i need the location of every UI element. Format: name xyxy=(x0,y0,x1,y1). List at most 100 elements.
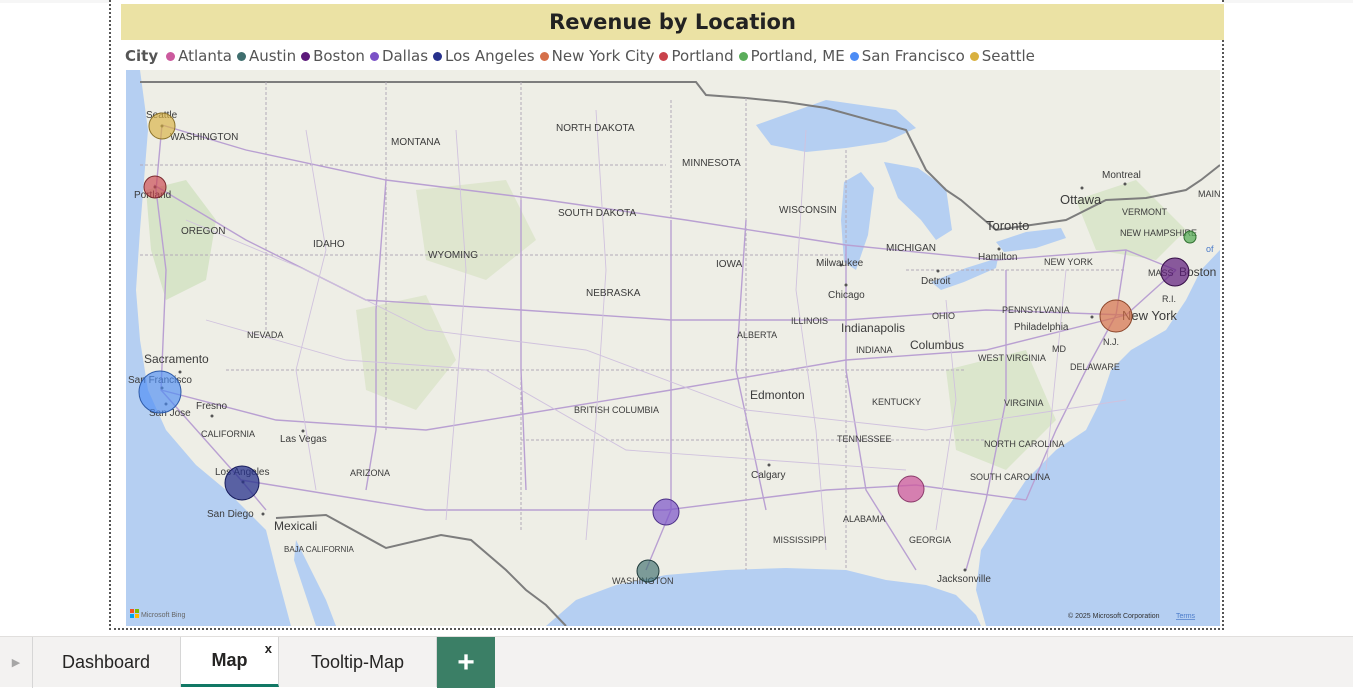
map-label-south-dakota: SOUTH DAKOTA xyxy=(558,208,636,219)
bing-logo-text: Microsoft Bing xyxy=(141,612,185,619)
legend-dot xyxy=(301,51,311,61)
map-label-fresno: Fresno xyxy=(196,401,228,412)
map-label-oregon: OREGON xyxy=(181,226,225,237)
legend-dot xyxy=(849,51,859,61)
bubble-atlanta[interactable] xyxy=(897,475,925,503)
map-area[interactable]: Seattle WASHINGTON Portland OREGON MONTA… xyxy=(126,70,1220,626)
map-label-iowa: IOWA xyxy=(716,259,743,270)
map-label-indiana: INDIANA xyxy=(856,345,893,355)
map-label-alberta: ALBERTA xyxy=(737,330,777,340)
bubble-austin[interactable] xyxy=(636,559,660,583)
map-label-chicago: Chicago xyxy=(828,290,865,301)
legend-item-label: Seattle xyxy=(981,47,1035,65)
legend-item-label: Los Angeles xyxy=(445,47,535,65)
map-terms-link[interactable]: Terms xyxy=(1176,613,1196,620)
bubble-dallas[interactable] xyxy=(652,498,680,526)
legend-dot xyxy=(433,51,443,61)
map-label-maine: MAIN xyxy=(1198,189,1220,199)
bubble-san-francisco[interactable] xyxy=(138,370,182,414)
map-label-indianapolis: Indianapolis xyxy=(841,321,905,335)
ms-logo-square xyxy=(130,614,134,618)
tab-label: Dashboard xyxy=(61,651,151,672)
legend-item-san-francisco[interactable]: San Francisco xyxy=(849,47,965,65)
map-label-sacramento: Sacramento xyxy=(144,352,209,366)
bubble-portland[interactable] xyxy=(143,175,167,199)
map-label-baja-california: BAJA CALIFORNIA xyxy=(284,545,354,554)
bubble-portland-me[interactable] xyxy=(1183,230,1197,244)
legend-item-seattle[interactable]: Seattle xyxy=(969,47,1035,65)
legend-item-label: Portland xyxy=(671,47,734,65)
legend-item-austin[interactable]: Austin xyxy=(236,47,297,65)
add-page-button[interactable]: + xyxy=(437,637,495,688)
legend-item-label: Dallas xyxy=(381,47,429,65)
legend-title: City xyxy=(125,47,159,65)
report-canvas: Revenue by Location City Atlanta Austin … xyxy=(0,0,1353,636)
legend-item-atlanta[interactable]: Atlanta xyxy=(166,47,232,65)
tab-dashboard[interactable]: Dashboard xyxy=(32,637,181,687)
legend-dot xyxy=(539,51,549,61)
map-label-illinois: ILLINOIS xyxy=(791,316,828,326)
basemap[interactable]: Seattle WASHINGTON Portland OREGON MONTA… xyxy=(126,70,1220,626)
map-label-south-carolina: SOUTH CAROLINA xyxy=(970,472,1050,482)
map-label-hamilton: Hamilton xyxy=(978,252,1017,263)
tab-label: Tooltip-Map xyxy=(310,651,405,672)
legend-dot xyxy=(659,51,669,61)
map-label-mississippi: MISSISSIPPI xyxy=(773,535,827,545)
ms-logo-square xyxy=(130,609,134,613)
bubble-los-angeles[interactable] xyxy=(224,465,260,501)
map-label-columbus: Columbus xyxy=(910,338,964,352)
map-label-north-dakota: NORTH DAKOTA xyxy=(556,123,635,134)
close-icon[interactable]: x xyxy=(265,641,272,656)
legend-item-dallas[interactable]: Dallas xyxy=(369,47,429,65)
map-label-arizona: ARIZONA xyxy=(350,468,390,478)
legend-item-label: New York City xyxy=(551,47,655,65)
bubble-boston[interactable] xyxy=(1160,257,1190,287)
map-label-montreal: Montreal xyxy=(1102,170,1141,181)
bubble-new-york-city[interactable] xyxy=(1099,299,1133,333)
ms-logo-square xyxy=(135,609,139,613)
chevron-right-icon[interactable]: ▶ xyxy=(0,637,33,688)
map-label-jacksonville: Jacksonville xyxy=(937,574,991,585)
tab-tooltip-map[interactable]: Tooltip-Map xyxy=(279,637,437,687)
map-label-minnesota: MINNESOTA xyxy=(682,158,741,169)
map-label-nebraska: NEBRASKA xyxy=(586,288,641,299)
map-label-las-vegas: Las Vegas xyxy=(280,434,327,445)
map-label-alabama: ALABAMA xyxy=(843,514,886,524)
map-legend: City Atlanta Austin Boston Dallas Los An… xyxy=(125,46,1040,66)
map-label-wyoming: WYOMING xyxy=(428,250,478,261)
legend-item-portland[interactable]: Portland xyxy=(659,47,734,65)
map-label-vermont: VERMONT xyxy=(1122,207,1168,217)
legend-item-label: San Francisco xyxy=(861,47,965,65)
map-label-ri: R.I. xyxy=(1162,294,1176,304)
tab-label: Map xyxy=(211,650,248,670)
map-label-north-carolina: NORTH CAROLINA xyxy=(984,439,1064,449)
legend-item-label: Austin xyxy=(248,47,297,65)
map-label-nj: N.J. xyxy=(1103,337,1119,347)
legend-item-label: Boston xyxy=(313,47,365,65)
map-label-edmonton: Edmonton xyxy=(750,388,805,402)
map-visual[interactable]: Revenue by Location City Atlanta Austin … xyxy=(109,0,1224,630)
map-label-detroit: Detroit xyxy=(921,276,951,287)
visual-title: Revenue by Location xyxy=(121,4,1224,40)
map-label-san-diego: San Diego xyxy=(207,509,254,520)
legend-item-new-york-city[interactable]: New York City xyxy=(539,47,655,65)
legend-item-portland-me[interactable]: Portland, ME xyxy=(738,47,845,65)
legend-item-label: Portland, ME xyxy=(750,47,845,65)
legend-item-boston[interactable]: Boston xyxy=(301,47,365,65)
map-copyright: © 2025 Microsoft Corporation xyxy=(1068,612,1160,620)
map-label-ottawa: Ottawa xyxy=(1060,192,1102,207)
legend-dot xyxy=(236,51,246,61)
map-label-philadelphia: Philadelphia xyxy=(1014,322,1069,333)
map-label-idaho: IDAHO xyxy=(313,239,345,250)
bubble-seattle[interactable] xyxy=(148,112,176,140)
legend-item-los-angeles[interactable]: Los Angeles xyxy=(433,47,535,65)
tab-map[interactable]: Map x xyxy=(181,637,279,687)
map-label-tennessee: TENNESSEE xyxy=(837,434,892,444)
map-label-new-york-state: NEW YORK xyxy=(1044,257,1093,267)
map-label-california: CALIFORNIA xyxy=(201,429,255,439)
map-label-kentucky: KENTUCKY xyxy=(872,397,921,407)
map-label-ohio: OHIO xyxy=(932,311,955,321)
map-label-mexicali: Mexicali xyxy=(274,519,317,533)
legend-dot xyxy=(738,51,748,61)
ms-logo-square xyxy=(135,614,139,618)
